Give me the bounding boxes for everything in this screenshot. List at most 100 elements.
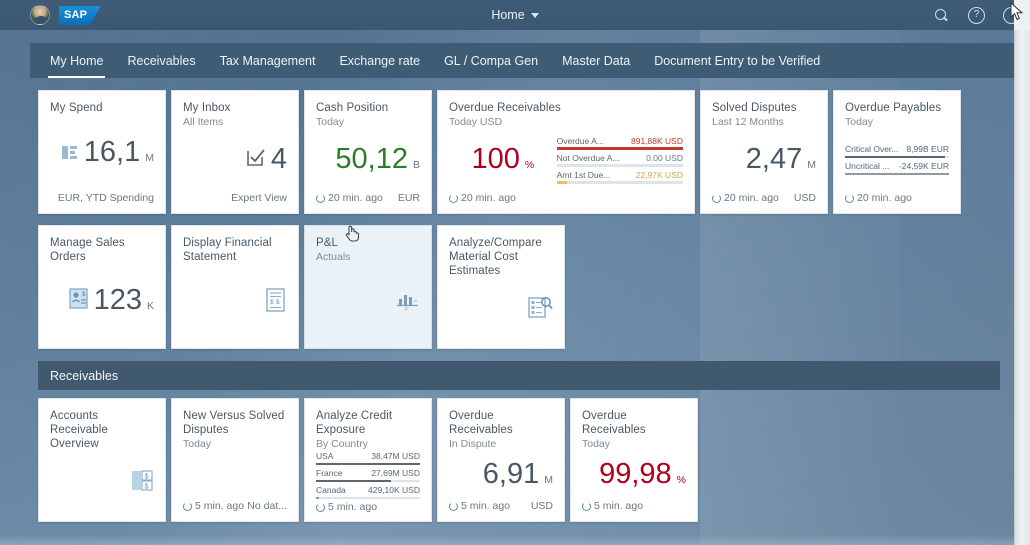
tab-label: Tax Management: [219, 53, 316, 68]
tile-body: P: [316, 264, 420, 337]
page-title[interactable]: Home: [491, 8, 524, 22]
kpi-value-group: 6,91 M: [483, 460, 553, 489]
tile-subtitle: Last 12 Months: [712, 116, 784, 128]
micro-bar-labels: USA 38,47M USD: [316, 451, 420, 461]
kpi-value-group: $ 123 K: [68, 286, 154, 315]
tab-document-entry-to-be-verified[interactable]: Document Entry to be Verified: [642, 43, 832, 78]
tile-manage-sales-orders[interactable]: Manage Sales Orders $ 123 K: [38, 225, 166, 349]
refresh-icon: [316, 502, 325, 512]
tile-subtitle: All Items: [183, 116, 224, 128]
micro-bar-value: -24,59K EUR: [898, 161, 949, 171]
micro-bar-labels: Amt 1st Due... 22,97K USD: [557, 170, 683, 180]
refresh-icon: [582, 501, 591, 511]
micro-bar-track: [316, 479, 420, 482]
tile-my-inbox[interactable]: My Inbox All Items 4 Expert View: [171, 90, 299, 214]
tile-analyze-compare-material-cost-estimates[interactable]: Analyze/Compare Material Cost Estimates: [437, 225, 565, 349]
micro-bar-track: [556, 147, 683, 150]
micro-bar-value: 38,47M USD: [371, 451, 420, 461]
micro-bar-track: [845, 172, 949, 175]
micro-bar-value: 429,10K USD: [368, 485, 420, 495]
refresh-status: 20 min. ago: [845, 192, 912, 204]
tile-subtitle: By Country: [316, 438, 368, 450]
tile-overdue-receivables-in-dispute[interactable]: Overdue Receivables In Dispute 6,91 M 5 …: [437, 398, 565, 522]
tile-title: My Spend: [50, 102, 103, 114]
tile-footer-left: 20 min. ago: [328, 192, 383, 204]
financial-statement-icon: $ $: [265, 288, 287, 313]
tile-body: [449, 278, 553, 337]
tile-body: 50,12 B: [316, 129, 420, 190]
micro-bar-name: Amt 1st Due...: [556, 169, 611, 180]
shell-bar-left: SAP: [0, 5, 101, 25]
micro-bar-fill: [556, 181, 567, 184]
tab-tax-management[interactable]: Tax Management: [208, 43, 328, 78]
tile-overdue-receivables-today-2[interactable]: Overdue Receivables Today 99,98 % 5 min.…: [570, 398, 698, 522]
bar-chart-icon: [61, 143, 79, 161]
tile-solved-disputes[interactable]: Solved Disputes Last 12 Months 2,47 M 20…: [700, 90, 828, 214]
micro-bar-value: 8,99B EUR: [906, 144, 949, 154]
kpi-unit: %: [524, 159, 535, 171]
tile-title: Analyze Credit Exposure: [316, 410, 393, 436]
tile-title: Overdue Receivables: [449, 102, 561, 114]
tile-title: Manage Sales Orders: [50, 237, 125, 263]
tile-body: Critical Over... 8,99B EUR Uncritical ..…: [845, 129, 949, 190]
refresh-icon: [449, 501, 458, 511]
chevron-down-icon[interactable]: [530, 12, 539, 18]
tile-footer-left: 20 min. ago: [461, 192, 516, 204]
help-icon[interactable]: ?: [968, 6, 985, 24]
tile-analyze-credit-exposure[interactable]: Analyze Credit Exposure By Country USA 3…: [304, 398, 432, 522]
micro-bar-row: France 27,69M USD: [316, 468, 420, 482]
tile-my-spend[interactable]: My Spend 16,1 M EUR, YTD Spending: [38, 90, 166, 214]
tile-pl-actuals[interactable]: P&L Actuals P: [304, 225, 432, 349]
micro-bar-track: [845, 155, 949, 158]
tile-row-1: My Spend 16,1 M EUR, YTD Spending My Inb…: [38, 90, 961, 214]
refresh-status: 5 min. ago: [449, 500, 510, 512]
kpi-value-group: 50,12 B: [335, 145, 420, 174]
refresh-status: 20 min. ago: [449, 192, 516, 204]
tile-subtitle: Today: [316, 116, 345, 128]
tab-master-data[interactable]: Master Data: [550, 43, 642, 78]
avatar[interactable]: [30, 5, 50, 25]
page-scrollbar[interactable]: [1014, 30, 1030, 545]
micro-bar-fill: [316, 496, 320, 499]
micro-bar-name: Overdue A...: [556, 135, 604, 146]
svg-text:P: P: [405, 307, 409, 312]
tile-accounts-receivable-overview[interactable]: Accounts Receivable Overview $ $: [38, 398, 166, 522]
bars-column: Overdue A... 891,88K USD Not Overdue A..…: [556, 135, 683, 184]
tab-exchange-rate[interactable]: Exchange rate: [327, 43, 432, 78]
kpi-unit: B: [412, 159, 420, 171]
tile-display-financial-statement[interactable]: Display Financial Statement $ $: [171, 225, 299, 349]
refresh-status: 20 min. ago: [316, 192, 383, 204]
tile-body: $ 123 K: [50, 264, 154, 337]
kpi-unit: M: [807, 159, 816, 171]
tile-cash-position[interactable]: Cash Position Today 50,12 B 20 min. ago …: [304, 90, 432, 214]
tile-subtitle: Actuals: [316, 251, 351, 263]
tile-footer-right: USD: [530, 500, 553, 512]
tile-overdue-receivables-today[interactable]: Overdue Receivables Today USD 100 % Over…: [437, 90, 695, 214]
sap-logo[interactable]: SAP: [59, 5, 101, 25]
svg-text:$: $: [276, 299, 280, 306]
tile-overdue-payables[interactable]: Overdue Payables Today Critical Over... …: [833, 90, 961, 214]
refresh-status: 5 min. ago: [316, 501, 377, 513]
tile-footer: Expert View: [183, 192, 287, 204]
micro-bar-name: Not Overdue A...: [556, 152, 620, 163]
tile-subtitle: Today: [183, 438, 212, 450]
micro-bar-name: Canada: [316, 485, 346, 495]
kpi-column: 100 %: [449, 145, 557, 174]
tile-body: 16,1 M: [50, 115, 154, 190]
micro-bar-list: Critical Over... 8,99B EUR Uncritical ..…: [845, 144, 949, 175]
tab-receivables[interactable]: Receivables: [115, 43, 207, 78]
kpi-value-group: 16,1 M: [61, 138, 154, 167]
search-icon[interactable]: [933, 7, 950, 24]
tab-gl-compa-gen[interactable]: GL / Compa Gen: [432, 43, 550, 78]
kpi-unit: K: [146, 300, 154, 312]
tab-my-home[interactable]: My Home: [38, 43, 115, 78]
tile-title: My Inbox: [183, 102, 231, 114]
tile-body: 6,91 M: [449, 451, 553, 498]
tile-title: Solved Disputes: [712, 102, 797, 114]
tile-body: USA 38,47M USD France 27,69M USD Canada …: [316, 451, 420, 499]
tile-title: Overdue Payables: [845, 102, 942, 114]
tile-footer-left: 20 min. ago: [857, 192, 912, 204]
tile-footer-left: 5 min. ago: [195, 500, 245, 512]
tile-title: Analyze/Compare Material Cost Estimates: [449, 237, 542, 277]
tile-new-versus-solved-disputes[interactable]: New Versus Solved Disputes Today 5 min. …: [171, 398, 299, 522]
